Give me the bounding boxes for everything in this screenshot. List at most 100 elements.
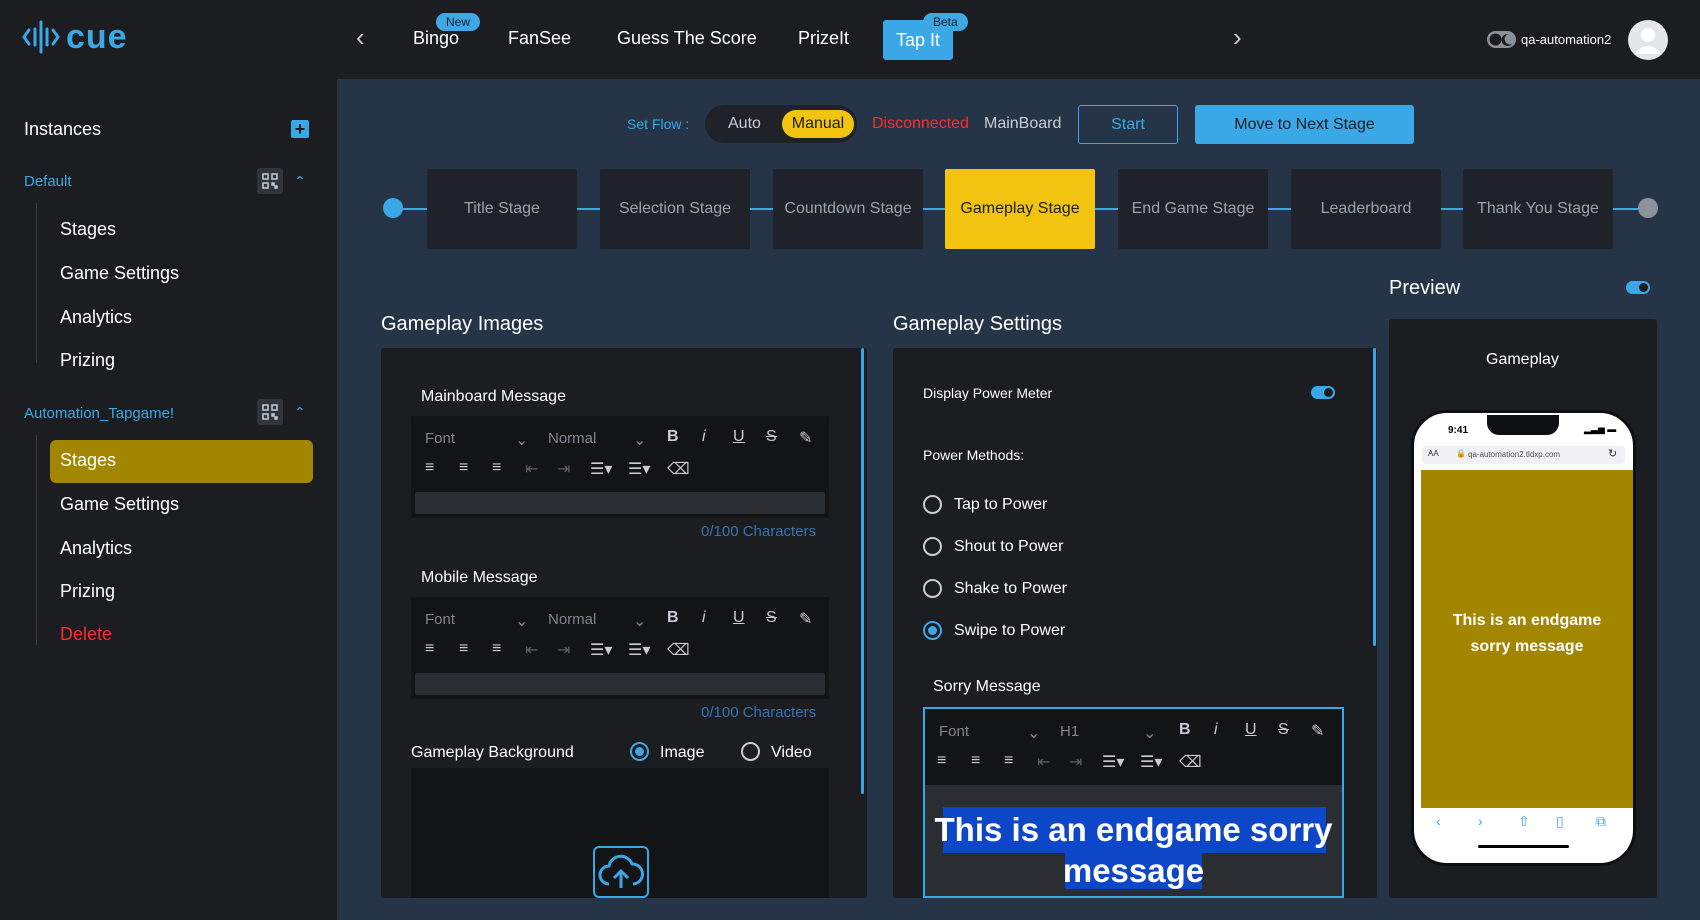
background-image-radio[interactable] xyxy=(630,742,649,761)
chevron-down-icon[interactable]: ⌄ xyxy=(1143,723,1156,743)
nav-item-fansee[interactable]: FanSee xyxy=(508,28,571,49)
nav-next-arrow[interactable]: › xyxy=(1233,24,1242,50)
underline-icon[interactable]: U xyxy=(733,428,745,446)
stage-countdown[interactable]: Countdown Stage xyxy=(773,169,923,249)
sidebar-item-prizing[interactable]: Prizing xyxy=(60,350,115,371)
nav-prev-arrow[interactable]: ‹ xyxy=(356,24,365,50)
ordered-list-icon[interactable]: ☰▾ xyxy=(1102,752,1124,772)
nav-item-bingo[interactable]: Bingo xyxy=(413,28,459,49)
bold-icon[interactable]: B xyxy=(1179,721,1191,739)
align-center-icon[interactable]: ≡ xyxy=(971,752,980,770)
underline-icon[interactable]: U xyxy=(1245,721,1257,739)
size-select[interactable]: Normal xyxy=(548,430,596,447)
sidebar-item-game-settings[interactable]: Game Settings xyxy=(60,494,179,515)
sidebar-item-stages[interactable]: Stages xyxy=(60,219,116,240)
add-instance-button[interactable]: + xyxy=(291,120,309,138)
indent-decrease-icon[interactable]: ⇤ xyxy=(1037,752,1050,772)
flow-mode-toggle[interactable]: Auto Manual xyxy=(705,105,857,143)
qr-code-icon[interactable] xyxy=(257,399,283,425)
ordered-list-icon[interactable]: ☰▾ xyxy=(590,640,612,660)
eraser-icon[interactable]: ⌫ xyxy=(667,640,690,660)
strikethrough-icon[interactable]: S xyxy=(766,428,777,446)
settings-scrollbar[interactable] xyxy=(1373,348,1376,646)
ordered-list-icon[interactable]: ☰▾ xyxy=(590,459,612,479)
strikethrough-icon[interactable]: S xyxy=(1278,721,1289,739)
browser-url-bar[interactable]: AA 🔒 qa-automation2.tldxp.com ↻ xyxy=(1422,446,1625,464)
sorry-message-input[interactable]: This is an endgame sorry message xyxy=(925,785,1342,896)
chevron-down-icon[interactable]: ⌄ xyxy=(515,430,528,450)
stage-selection[interactable]: Selection Stage xyxy=(600,169,750,249)
shout-to-power-label[interactable]: Shout to Power xyxy=(954,538,1063,556)
align-left-icon[interactable]: ≡ xyxy=(937,752,946,770)
images-scrollbar[interactable] xyxy=(861,348,864,794)
align-right-icon[interactable]: ≡ xyxy=(492,459,501,477)
move-next-stage-button[interactable]: Move to Next Stage xyxy=(1195,105,1414,144)
align-left-icon[interactable]: ≡ xyxy=(425,640,434,658)
group-default-name[interactable]: Default xyxy=(24,173,72,190)
align-center-icon[interactable]: ≡ xyxy=(459,459,468,477)
sidebar-item-delete[interactable]: Delete xyxy=(60,624,112,645)
chevron-down-icon[interactable]: ⌄ xyxy=(633,611,646,631)
indent-increase-icon[interactable]: ⇥ xyxy=(1069,752,1082,772)
forward-icon[interactable]: › xyxy=(1478,813,1483,829)
power-meter-toggle[interactable] xyxy=(1311,386,1335,399)
italic-icon[interactable]: i xyxy=(1214,721,1218,739)
upload-button[interactable] xyxy=(593,846,649,898)
bullet-list-icon[interactable]: ☰▾ xyxy=(628,459,650,479)
cue-logo[interactable]: cue xyxy=(22,19,128,55)
swipe-to-power-radio[interactable] xyxy=(923,621,942,640)
collapse-chevron-icon[interactable]: ⌃ xyxy=(294,173,306,190)
stage-leaderboard[interactable]: Leaderboard xyxy=(1291,169,1441,249)
italic-icon[interactable]: i xyxy=(702,428,706,446)
avatar[interactable] xyxy=(1628,20,1668,60)
chevron-down-icon[interactable]: ⌄ xyxy=(1027,723,1040,743)
bold-icon[interactable]: B xyxy=(667,609,679,627)
italic-icon[interactable]: i xyxy=(702,609,706,627)
sidebar-item-game-settings[interactable]: Game Settings xyxy=(60,263,179,284)
stage-title[interactable]: Title Stage xyxy=(427,169,577,249)
sidebar-item-analytics[interactable]: Analytics xyxy=(60,307,132,328)
background-video-label[interactable]: Video xyxy=(771,744,812,762)
nav-item-guess-the-score[interactable]: Guess The Score xyxy=(617,28,757,49)
align-right-icon[interactable]: ≡ xyxy=(1004,752,1013,770)
flow-manual-option[interactable]: Manual xyxy=(782,110,854,138)
share-icon[interactable]: ⇧ xyxy=(1518,813,1530,830)
mobile-message-editor[interactable]: Font ⌄ Normal ⌄ B i U S ✎ ≡ ≡ ≡ ⇤ ⇥ ☰▾ ☰… xyxy=(411,597,829,699)
shake-to-power-label[interactable]: Shake to Power xyxy=(954,580,1067,598)
theme-toggle-icon[interactable] xyxy=(1486,30,1517,49)
stage-end-game[interactable]: End Game Stage xyxy=(1118,169,1268,249)
tap-to-power-label[interactable]: Tap to Power xyxy=(954,496,1047,514)
sidebar-item-analytics[interactable]: Analytics xyxy=(60,538,132,559)
underline-icon[interactable]: U xyxy=(733,609,745,627)
indent-increase-icon[interactable]: ⇥ xyxy=(557,640,570,660)
group-automation-name[interactable]: Automation_Tapgame! xyxy=(24,405,174,422)
chevron-down-icon[interactable]: ⌄ xyxy=(515,611,528,631)
bookmarks-icon[interactable]: ▯ xyxy=(1556,813,1564,830)
indent-increase-icon[interactable]: ⇥ xyxy=(557,459,570,479)
preview-toggle[interactable] xyxy=(1626,281,1650,294)
stage-thank-you[interactable]: Thank You Stage xyxy=(1463,169,1613,249)
username[interactable]: qa-automation2 xyxy=(1521,32,1611,47)
background-image-label[interactable]: Image xyxy=(660,744,704,762)
tap-to-power-radio[interactable] xyxy=(923,495,942,514)
tabs-icon[interactable]: ⧉ xyxy=(1596,813,1606,830)
sorry-message-editor[interactable]: Font ⌄ H1 ⌄ B i U S ✎ ≡ ≡ ≡ ⇤ ⇥ ☰▾ ☰▾ ⌫ … xyxy=(923,707,1344,898)
bold-icon[interactable]: B xyxy=(667,428,679,446)
background-video-radio[interactable] xyxy=(741,742,760,761)
back-icon[interactable]: ‹ xyxy=(1436,813,1441,829)
indent-decrease-icon[interactable]: ⇤ xyxy=(525,640,538,660)
chevron-down-icon[interactable]: ⌄ xyxy=(633,430,646,450)
qr-code-icon[interactable] xyxy=(257,168,283,194)
mainboard-message-input[interactable] xyxy=(415,492,825,514)
shout-to-power-radio[interactable] xyxy=(923,537,942,556)
bullet-list-icon[interactable]: ☰▾ xyxy=(628,640,650,660)
collapse-chevron-icon[interactable]: ⌃ xyxy=(294,404,306,421)
bullet-list-icon[interactable]: ☰▾ xyxy=(1140,752,1162,772)
font-select[interactable]: Font xyxy=(425,611,455,628)
indent-decrease-icon[interactable]: ⇤ xyxy=(525,459,538,479)
sidebar-item-prizing[interactable]: Prizing xyxy=(60,581,115,602)
eraser-icon[interactable]: ⌫ xyxy=(1179,752,1202,772)
flow-auto-option[interactable]: Auto xyxy=(728,115,761,133)
nav-item-prizeit[interactable]: PrizeIt xyxy=(798,28,849,49)
highlight-icon[interactable]: ✎ xyxy=(1311,721,1324,741)
